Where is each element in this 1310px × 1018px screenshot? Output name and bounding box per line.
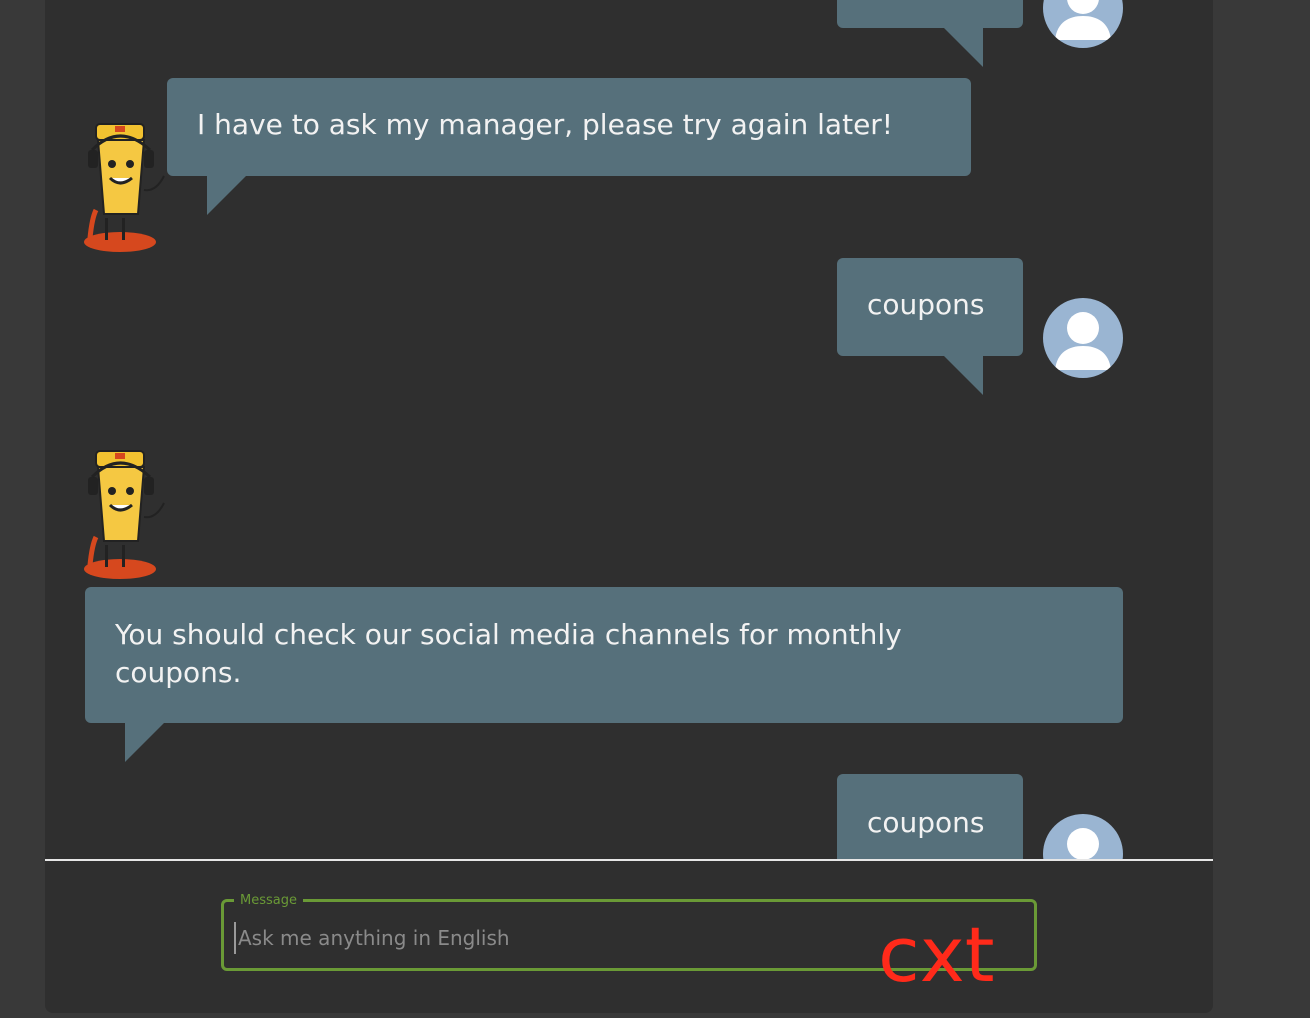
bubble-tail	[943, 355, 983, 395]
bubble-tail	[943, 27, 983, 67]
bot-message-bubble: I have to ask my manager, please try aga…	[167, 78, 971, 176]
message-list[interactable]: I have to ask my manager, please try aga…	[45, 0, 1213, 860]
bubble-tail	[207, 175, 247, 215]
user-message-bubble: coupons	[837, 774, 1023, 860]
robot-mascot-icon	[82, 118, 172, 258]
robot-mascot-icon	[82, 445, 172, 585]
overlay-annotation: cxt	[878, 910, 995, 999]
bubble-tail	[125, 722, 165, 762]
message-field-label: Message	[234, 893, 303, 909]
user-message-bubble	[837, 0, 1023, 28]
message-text: coupons	[867, 806, 985, 839]
message-text: coupons	[867, 288, 985, 321]
user-avatar-icon	[1043, 298, 1123, 378]
message-text: You should check our social media channe…	[115, 618, 902, 689]
user-message-bubble: coupons	[837, 258, 1023, 356]
message-text: I have to ask my manager, please try aga…	[197, 108, 894, 141]
composer-divider	[45, 859, 1213, 861]
bot-message-bubble: You should check our social media channe…	[85, 587, 1123, 723]
user-avatar-icon	[1043, 0, 1123, 48]
user-avatar-icon	[1043, 814, 1123, 860]
chat-panel: I have to ask my manager, please try aga…	[45, 0, 1213, 1013]
